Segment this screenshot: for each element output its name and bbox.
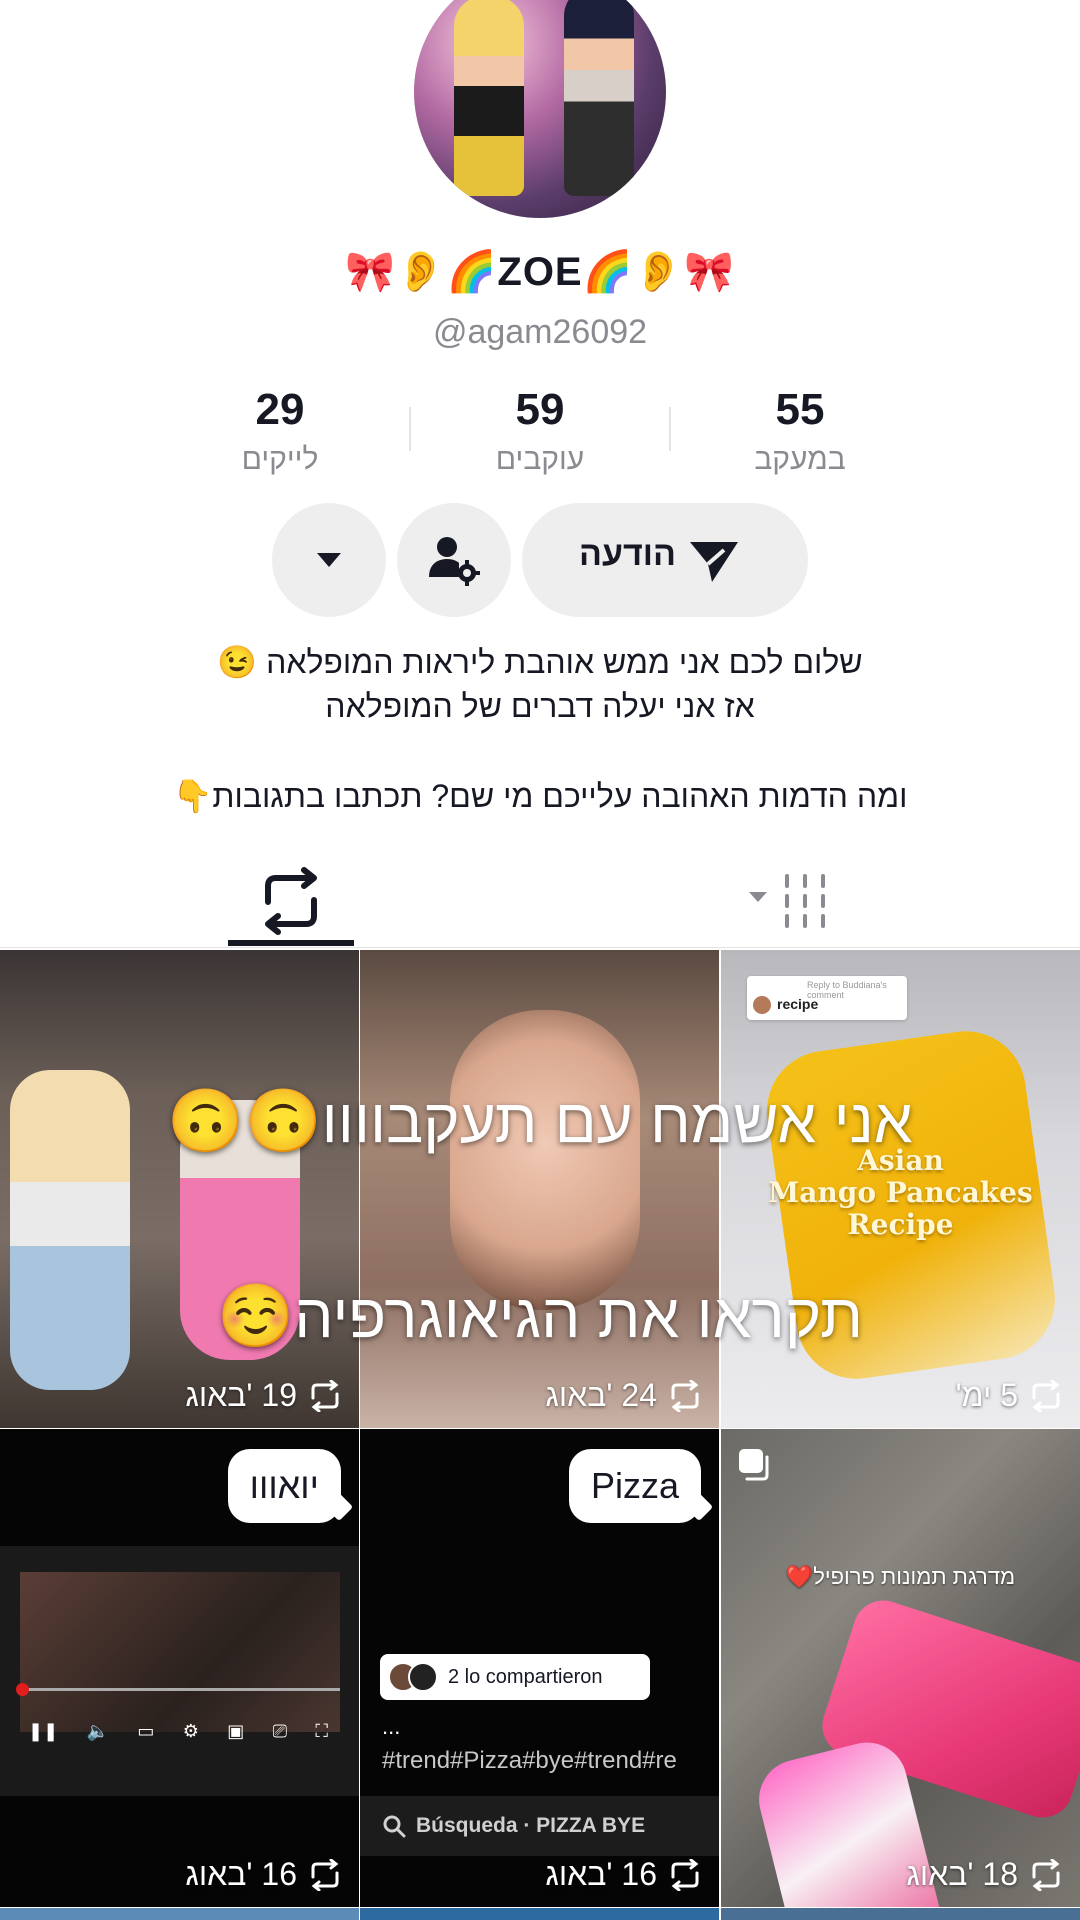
bio-line-2: אז אני יעלה דברים של המופלאה bbox=[325, 688, 755, 724]
repost-icon bbox=[311, 1858, 339, 1891]
hashtags-text: #trend#Pizza#bye#trend#re bbox=[382, 1747, 677, 1774]
overlay-text-line-2: תקראו את הגיאוגרפיה☺️ bbox=[217, 1282, 863, 1351]
video-progress-bar bbox=[16, 1683, 340, 1696]
comment-bubble: יואווו bbox=[227, 1449, 341, 1523]
fullscreen-icon: ⛶ bbox=[315, 1721, 328, 1742]
captions-icon: ▭ bbox=[137, 1721, 155, 1742]
video-date: 18 'באוג bbox=[906, 1856, 1018, 1892]
shared-avatars bbox=[388, 1662, 442, 1692]
video-controls: ❚❚ 🔈 ▭ ⚙ ▣ ⎚ ⛶ bbox=[28, 1721, 328, 1742]
cast-icon: ⎚ bbox=[272, 1721, 287, 1742]
video-thumbnail[interactable]: Pizza 2 lo compartieron ... #trend#Pizza… bbox=[360, 1429, 719, 1907]
reply-comment-tag: Reply to Buddiana's comment recipe bbox=[747, 976, 907, 1020]
profile-settings-button[interactable] bbox=[397, 503, 511, 617]
video-meta: 24 'באוג bbox=[545, 1377, 705, 1414]
avatar bbox=[408, 1662, 438, 1692]
video-thumbnail[interactable]: Reply to Buddiana's comment recipe Asian… bbox=[721, 950, 1080, 1428]
bio-line-3: ומה הדמות האהובה עלייכם מי שם? תכתבו בתג… bbox=[172, 778, 908, 814]
video-thumbnail[interactable] bbox=[721, 1908, 1080, 1920]
video-meta: 16 'באוג bbox=[545, 1856, 705, 1893]
shared-by-text: 2 lo compartieron bbox=[448, 1665, 603, 1688]
pip-icon: ▣ bbox=[227, 1721, 245, 1742]
embedded-video-image bbox=[20, 1572, 340, 1732]
repost-icon bbox=[311, 1379, 339, 1412]
comment-bubble: Pizza bbox=[568, 1449, 701, 1523]
post-caption: מדרגת תמונות פרופיל❤️ bbox=[785, 1564, 1016, 1589]
following-count: 55 bbox=[775, 385, 825, 434]
video-thumbnail[interactable]: 19 'באוג bbox=[0, 950, 359, 1428]
more-dots: ... bbox=[382, 1714, 401, 1739]
video-date: 16 'באוג bbox=[185, 1856, 297, 1892]
profile-avatar[interactable] bbox=[414, 0, 666, 218]
video-meta: 16 'באוג bbox=[185, 1856, 345, 1893]
recipe-title-line: Mango Pancakes bbox=[768, 1176, 1033, 1209]
profile-handle: @agam26092 bbox=[432, 313, 648, 351]
video-thumbnail[interactable]: יואווו ❚❚ 🔈 ▭ ⚙ ▣ ⎚ ⛶ 16 'באוג bbox=[0, 1429, 359, 1907]
send-icon bbox=[690, 542, 738, 582]
bio-line-1: שלום לכם אני ממש אוהבת ליראות המופלאה 😉 bbox=[217, 644, 863, 680]
repost-icon bbox=[671, 1379, 699, 1412]
video-meta: 18 'באוג bbox=[906, 1856, 1066, 1893]
search-suggestion-text: Búsqueda · PIZZA BYE bbox=[416, 1814, 646, 1837]
video-meta: 19 'באוג bbox=[185, 1377, 345, 1414]
overlay-text-line-1: אני אשמח עם תעקבוווו🙃🙃 bbox=[167, 1087, 913, 1156]
caret-down-icon bbox=[317, 553, 341, 567]
repost-icon bbox=[1032, 1379, 1060, 1412]
tab-reposts[interactable] bbox=[228, 866, 354, 948]
tab-videos[interactable] bbox=[745, 872, 835, 932]
avatar-figure-left bbox=[454, 0, 524, 196]
message-button[interactable]: הודעה bbox=[522, 503, 808, 617]
following-label: במעקב bbox=[754, 443, 846, 476]
reply-text: recipe bbox=[777, 996, 819, 1012]
repost-icon bbox=[1032, 1858, 1060, 1891]
search-suggestion-bar: Búsqueda · PIZZA BYE bbox=[360, 1796, 719, 1856]
video-thumbnail[interactable] bbox=[360, 1908, 719, 1920]
video-thumbnail[interactable]: מדרגת תמונות פרופיל❤️ 18 'באוג bbox=[721, 1429, 1080, 1907]
profile-stats: 29 לייקים 59 עוקבים 55 במעקב bbox=[150, 385, 930, 485]
video-date: 24 'באוג bbox=[545, 1377, 657, 1413]
message-button-label: הודעה bbox=[578, 535, 676, 573]
recipe-title-line: Recipe bbox=[847, 1208, 954, 1241]
pause-icon: ❚❚ bbox=[28, 1721, 59, 1742]
shared-by-pill: 2 lo compartieron bbox=[380, 1654, 650, 1700]
repost-icon bbox=[265, 867, 317, 935]
reply-label: Reply to Buddiana's comment bbox=[807, 980, 887, 1000]
likes-label: לייקים bbox=[241, 443, 319, 476]
video-date: 16 'באוג bbox=[545, 1856, 657, 1892]
embedded-video-frame: ❚❚ 🔈 ▭ ⚙ ▣ ⎚ ⛶ bbox=[0, 1546, 359, 1796]
video-thumbnail[interactable]: 24 'באוג bbox=[360, 950, 719, 1428]
followers-stat[interactable]: 59 עוקבים bbox=[410, 385, 670, 477]
likes-stat[interactable]: 29 לייקים bbox=[150, 385, 410, 477]
person-settings-icon bbox=[429, 537, 480, 586]
profile-tabs bbox=[0, 852, 1080, 948]
following-stat[interactable]: 55 במעקב bbox=[670, 385, 930, 477]
photo-carousel-icon bbox=[739, 1449, 769, 1481]
repost-icon bbox=[671, 1858, 699, 1891]
video-face bbox=[450, 1010, 640, 1310]
video-date: 19 'באוג bbox=[185, 1377, 297, 1413]
recipe-title: Asian Mango Pancakes Recipe bbox=[721, 1145, 1080, 1241]
video-thumbnail[interactable] bbox=[0, 1908, 359, 1920]
volume-icon: 🔈 bbox=[86, 1721, 109, 1742]
followers-label: עוקבים bbox=[495, 443, 585, 476]
more-options-button[interactable] bbox=[272, 503, 386, 617]
avatar-figure-right bbox=[564, 0, 634, 196]
avatar bbox=[753, 996, 771, 1014]
video-meta: 5 ימ' bbox=[956, 1377, 1066, 1414]
progress-dot bbox=[16, 1683, 29, 1696]
video-grid-icon bbox=[749, 874, 825, 928]
followers-count: 59 bbox=[515, 385, 565, 434]
search-icon bbox=[383, 1815, 406, 1838]
gear-icon: ⚙ bbox=[182, 1721, 199, 1742]
likes-count: 29 bbox=[255, 385, 305, 434]
profile-username: 🎀👂🌈ZOE🌈👂🎀 bbox=[344, 250, 736, 294]
active-tab-indicator bbox=[228, 940, 354, 946]
video-date: 5 ימ' bbox=[955, 1377, 1018, 1413]
